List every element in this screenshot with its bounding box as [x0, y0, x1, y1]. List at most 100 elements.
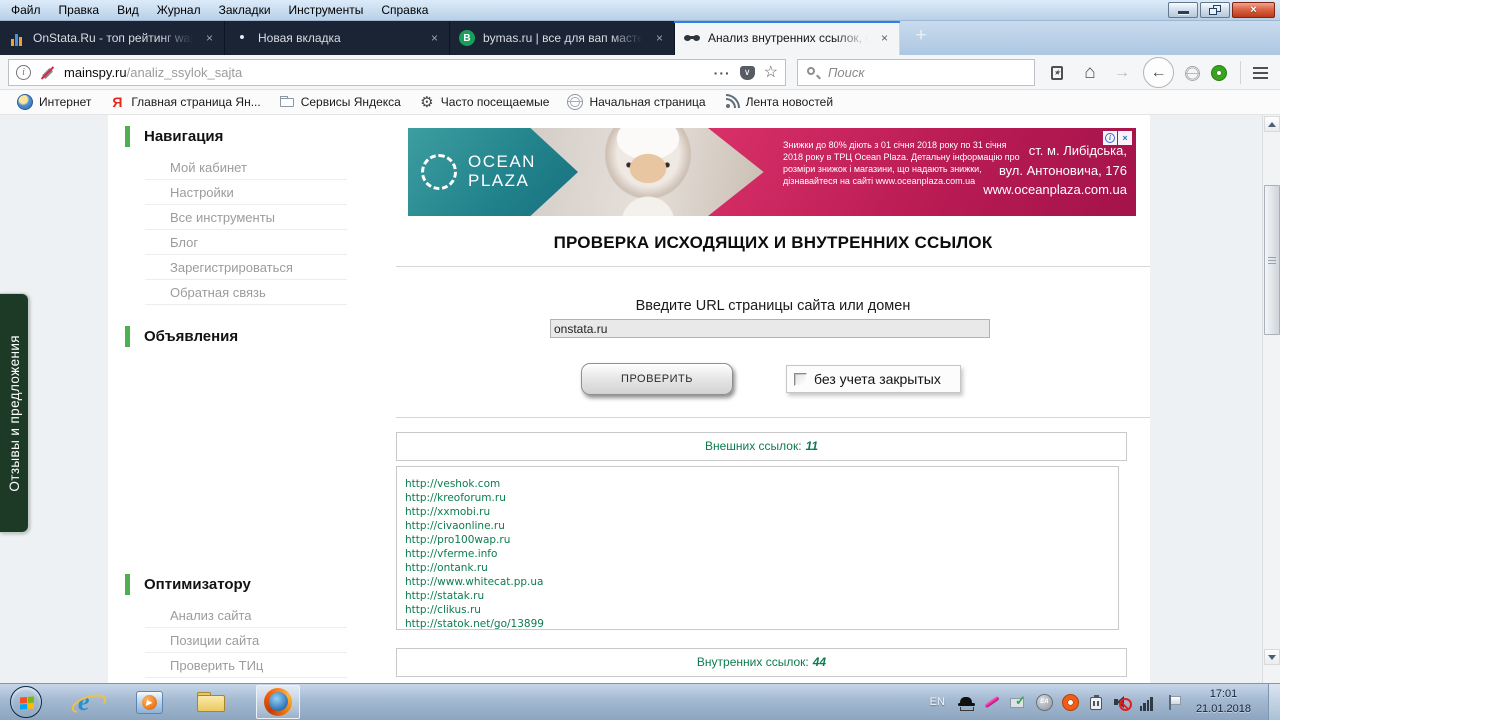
external-link[interactable]: http://veshok.com — [405, 477, 1118, 491]
menu-hamburger-icon[interactable] — [1251, 64, 1269, 82]
bookmark-item[interactable]: Начальная страница — [558, 90, 714, 114]
external-link[interactable]: http://civaonline.ru — [405, 519, 1118, 533]
tray-action-center-icon[interactable] — [1166, 694, 1183, 711]
menu-item[interactable]: Вид — [108, 0, 148, 20]
ad-info-icon[interactable]: i — [1103, 131, 1117, 145]
sidebar-item[interactable]: Обратная связь — [145, 280, 347, 305]
tray-hat-icon[interactable] — [958, 694, 975, 711]
show-desktop-button[interactable] — [1268, 684, 1280, 720]
internal-links-header: Внутренних ссылок:44 — [396, 648, 1127, 677]
bookmark-item[interactable]: ⚙Часто посещаемые — [410, 90, 559, 114]
taskbar-firefox-button[interactable] — [256, 685, 300, 719]
external-link[interactable]: http://statak.ru — [405, 589, 1118, 603]
start-button[interactable] — [10, 686, 42, 718]
b-badge-icon: B — [459, 30, 475, 46]
globe-gray-icon — [567, 94, 583, 110]
tray-volume-muted-icon[interactable] — [1114, 694, 1131, 711]
checkbox-label: без учета закрытых — [814, 371, 941, 387]
menu-item[interactable]: Справка — [372, 0, 437, 20]
close-button[interactable]: × — [1232, 2, 1275, 18]
sidebar-item[interactable]: Зарегистрироваться — [145, 255, 347, 280]
sidebar-item[interactable]: Настройки — [145, 180, 347, 205]
bookmark-label: Часто посещаемые — [441, 95, 550, 109]
tab-close-icon[interactable]: × — [879, 31, 890, 45]
scrollbar-thumb[interactable] — [1264, 185, 1280, 335]
tab-close-icon[interactable]: × — [204, 31, 215, 45]
tab[interactable]: Bbymas.ru | все для вап мастер× — [450, 21, 675, 55]
language-indicator[interactable]: EN — [930, 696, 945, 708]
tray-check-icon[interactable]: ✓ — [1010, 694, 1027, 711]
tray-network-signal-icon[interactable] — [1140, 694, 1157, 711]
scroll-up-icon[interactable] — [1264, 116, 1280, 132]
menu-item[interactable]: Правка — [50, 0, 109, 20]
search-input[interactable] — [828, 65, 1026, 80]
external-link[interactable]: http://pro100wap.ru — [405, 533, 1118, 547]
exclude-closed-checkbox[interactable] — [794, 373, 807, 386]
sidebar-item[interactable]: Все инструменты — [145, 205, 347, 230]
minimize-button[interactable] — [1168, 2, 1198, 18]
restore-button[interactable] — [1200, 2, 1230, 18]
feedback-tab[interactable]: Отзывы и предложения — [0, 293, 29, 533]
menu-item[interactable]: Инструменты — [280, 0, 373, 20]
extension-ring-icon[interactable] — [1210, 64, 1228, 82]
site-url-input[interactable] — [550, 319, 990, 338]
firefox-icon — [264, 688, 292, 716]
library-icon[interactable]: ★ — [1048, 64, 1066, 82]
search-bar[interactable] — [797, 59, 1035, 86]
menu-item[interactable]: Журнал — [148, 0, 210, 20]
page-actions-icon[interactable]: ··· — [714, 65, 731, 81]
content-blocked-icon[interactable] — [40, 65, 55, 80]
external-link[interactable]: http://xxmobi.ru — [405, 505, 1118, 519]
sidebar-item[interactable]: Мой кабинет — [145, 155, 347, 180]
sidebar-heading: Оптимизатору — [125, 573, 347, 595]
external-link[interactable]: http://statok.net/go/13899 — [405, 617, 1118, 631]
pocket-icon[interactable]: ∨ — [740, 66, 755, 80]
sidebar-heading: Навигация — [125, 125, 347, 147]
taskbar-ie-button[interactable]: e — [56, 684, 118, 720]
tray-orange-ring-icon[interactable] — [1062, 694, 1079, 711]
bookmark-item[interactable]: Сервисы Яндекса — [270, 90, 410, 114]
menu-item[interactable]: Закладки — [210, 0, 280, 20]
tab[interactable]: OnStata.Ru - топ рейтинг wap× — [0, 21, 225, 55]
sidebar-item[interactable]: Анализ сайта — [145, 603, 347, 628]
scroll-down-icon[interactable] — [1264, 649, 1280, 665]
ad-close-icon[interactable]: × — [1118, 131, 1132, 145]
home-icon[interactable]: ⌂ — [1081, 64, 1099, 82]
external-link[interactable]: http://vferme.info — [405, 547, 1118, 561]
bookmark-star-icon[interactable]: ☆ — [764, 65, 778, 81]
external-link[interactable]: http://clikus.ru — [405, 603, 1118, 617]
globe-icon[interactable] — [1183, 64, 1201, 82]
external-link[interactable]: http://www.whitecat.pp.ua — [405, 575, 1118, 589]
external-link[interactable]: http://kreoforum.ru — [405, 491, 1118, 505]
external-link[interactable]: http://ontank.ru — [405, 561, 1118, 575]
tray-ea-icon[interactable]: EA — [1036, 694, 1053, 711]
tab-active[interactable]: Анализ внутренних ссылок, пр× — [675, 21, 900, 55]
tab-close-icon[interactable]: × — [654, 31, 665, 45]
page-right-gutter — [1150, 115, 1262, 683]
page-scrollbar[interactable] — [1262, 115, 1280, 683]
bookmark-item[interactable]: Интернет — [8, 90, 100, 114]
tray-pen-icon[interactable] — [984, 694, 1001, 711]
taskbar-wmp-button[interactable]: ▶ — [118, 684, 180, 720]
menu-item[interactable]: Файл — [2, 0, 50, 20]
url-bar[interactable]: i mainspy.ru/analiz_ssylok_sajta ··· ∨ ☆ — [8, 59, 786, 86]
sidebar-item[interactable]: Проверить ТИц — [145, 653, 347, 678]
tab-close-icon[interactable]: × — [429, 31, 440, 45]
tray-clipboard-icon[interactable] — [1088, 694, 1105, 711]
bookmark-item[interactable]: Лента новостей — [715, 90, 843, 114]
new-tab-button[interactable]: + — [908, 25, 934, 47]
sidebar-item[interactable]: Блог — [145, 230, 347, 255]
bookmark-item[interactable]: ЯГлавная страница Ян... — [100, 90, 269, 114]
taskbar-explorer-button[interactable] — [180, 684, 242, 720]
back-icon[interactable]: ← — [1143, 57, 1174, 88]
taskbar-clock[interactable]: 17:01 21.01.2018 — [1192, 687, 1259, 717]
site-info-icon[interactable]: i — [16, 65, 31, 80]
forward-icon[interactable]: → — [1113, 64, 1131, 82]
sidebar-heading-label: Объявления — [144, 328, 238, 345]
ad-banner[interactable]: OCEANPLAZA Знижки до 80% діють з 01 січн… — [408, 128, 1136, 216]
accent-bar — [125, 326, 130, 347]
check-button[interactable]: ПРОВЕРИТЬ — [581, 363, 733, 395]
sidebar-item[interactable]: Позиции сайта — [145, 628, 347, 653]
url-text[interactable]: mainspy.ru/analiz_ssylok_sajta — [64, 65, 705, 80]
tab[interactable]: •Новая вкладка× — [225, 21, 450, 55]
